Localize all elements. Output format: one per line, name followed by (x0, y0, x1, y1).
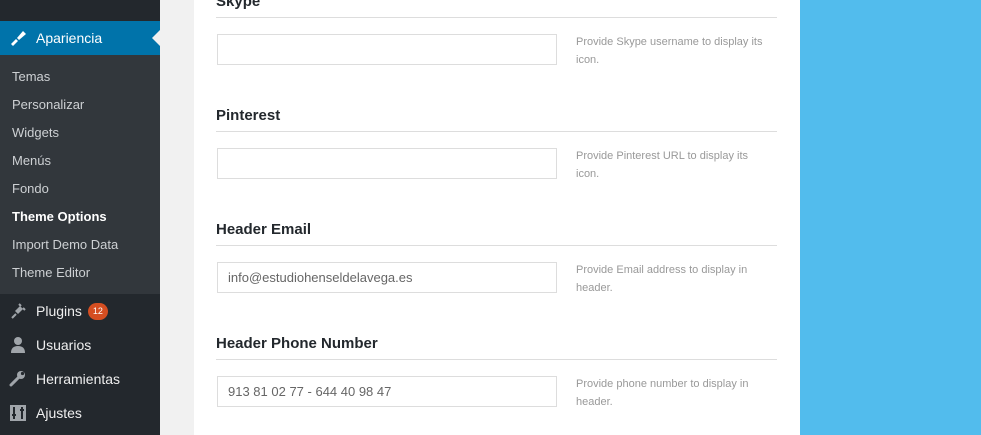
paintbrush-icon (8, 28, 28, 48)
header-phone-input[interactable] (217, 376, 557, 407)
submenu-theme-editor[interactable]: Theme Editor (12, 265, 90, 281)
submenu-themes[interactable]: Temas (12, 69, 50, 85)
header-email-input[interactable] (217, 262, 557, 293)
pinterest-description: Provide Pinterest URL to display its ico… (576, 150, 748, 180)
submenu-theme-options[interactable]: Theme Options (12, 209, 107, 225)
skype-divider (216, 17, 777, 18)
header-phone-divider (216, 359, 777, 360)
header-email-description: Provide Email address to display in head… (576, 264, 748, 294)
submenu-background[interactable]: Fondo (12, 181, 49, 197)
menu-users[interactable]: Usuarios (0, 328, 160, 362)
menu-settings-label: Ajustes (36, 405, 82, 421)
menu-settings[interactable]: Ajustes (0, 396, 160, 430)
submenu-import-demo-data[interactable]: Import Demo Data (12, 237, 118, 253)
menu-tools-label: Herramientas (36, 371, 121, 387)
admin-sidebar: Apariencia Temas Personalizar Widgets Me… (0, 0, 160, 435)
menu-appearance-label: Apariencia (36, 30, 103, 46)
skype-field-title: Skype (216, 0, 261, 10)
pinterest-divider (216, 131, 777, 132)
current-menu-arrow (152, 30, 160, 46)
submenu-menus[interactable]: Menús (12, 153, 51, 169)
user-icon (8, 335, 28, 355)
header-email-divider (216, 245, 777, 246)
skype-input[interactable] (217, 34, 557, 65)
plugins-update-badge: 12 (87, 302, 108, 320)
header-email-field-title: Header Email (216, 221, 312, 238)
header-phone-field-title: Header Phone Number (216, 335, 378, 352)
submenu-widgets[interactable]: Widgets (12, 125, 59, 141)
plugin-icon (8, 301, 28, 321)
appearance-submenu: Temas Personalizar Widgets Menús Fondo T… (0, 55, 160, 294)
settings-sliders-icon (8, 403, 28, 423)
menu-appearance[interactable]: Apariencia (0, 21, 160, 55)
menu-plugins-label: Plugins (36, 303, 82, 319)
site-preview-background (800, 0, 981, 435)
header-phone-description: Provide phone number to display in heade… (576, 378, 749, 408)
pinterest-input[interactable] (217, 148, 557, 179)
wrench-icon (8, 369, 28, 389)
menu-users-label: Usuarios (36, 337, 92, 353)
skype-description: Provide Skype username to display its ic… (576, 36, 763, 66)
pinterest-field-title: Pinterest (216, 107, 281, 124)
menu-plugins[interactable]: Plugins 12 (0, 294, 160, 328)
menu-tools[interactable]: Herramientas (0, 362, 160, 396)
submenu-customize[interactable]: Personalizar (12, 97, 84, 113)
